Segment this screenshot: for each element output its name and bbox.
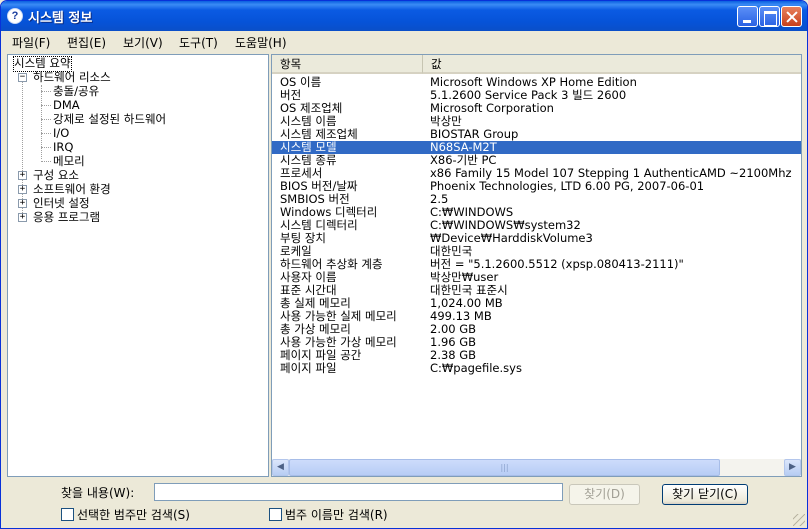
search-selected-category-checkbox[interactable]: 선택한 범주만 검색(S): [61, 506, 190, 523]
table-row[interactable]: 페이지 파일 C:₩pagefile.sys: [272, 362, 801, 375]
maximize-button[interactable]: [759, 6, 780, 27]
table-row[interactable]: OS 제조업체 Microsoft Corporation: [272, 102, 801, 115]
tree-item-system-summary[interactable]: 시스템 요약: [13, 56, 72, 72]
tree-item-io[interactable]: I/O: [53, 127, 69, 141]
checkbox-label: 범주 이름만 검색(R): [285, 508, 388, 522]
search-category-names-checkbox[interactable]: 범주 이름만 검색(R): [269, 506, 388, 523]
tree-item-dma[interactable]: DMA: [53, 99, 80, 113]
category-tree[interactable]: 시스템 요약 − 하드웨어 리소스 충돌/공유 DMA 강제로 설정된 하드웨어…: [7, 54, 269, 477]
table-row[interactable]: 부팅 장치 ₩Device₩HarddiskVolume3: [272, 232, 801, 245]
checkbox-label: 선택한 범주만 검색(S): [77, 508, 190, 522]
column-header-value[interactable]: 값: [423, 55, 801, 74]
scroll-left-icon[interactable]: ◀: [272, 459, 289, 476]
close-find-button[interactable]: 찾기 닫기(C): [662, 484, 748, 505]
tree-item-memory[interactable]: 메모리: [53, 155, 85, 169]
column-header-item[interactable]: 항목: [272, 55, 423, 74]
checkbox-box[interactable]: [269, 508, 282, 521]
resize-grip[interactable]: [793, 514, 805, 526]
details-list[interactable]: 항목 값 OS 이름 Microsoft Windows XP Home Edit…: [271, 54, 802, 477]
expand-icon[interactable]: +: [18, 185, 27, 194]
expand-icon[interactable]: +: [18, 171, 27, 180]
tree-item-applications[interactable]: 응용 프로그램: [33, 211, 100, 225]
scroll-right-icon[interactable]: ▶: [784, 459, 801, 476]
help-icon: ?: [7, 8, 23, 24]
tree-connector: [41, 147, 51, 148]
menu-help[interactable]: 도움말(H): [235, 34, 287, 51]
checkbox-box[interactable]: [61, 508, 74, 521]
menu-tools[interactable]: 도구(T): [179, 34, 218, 51]
row-value-cell: Phoenix Technologies, LTD 6.00 PG, 2007-…: [430, 179, 705, 193]
tree-item-hardware-resources[interactable]: 하드웨어 리소스: [33, 71, 111, 85]
find-button[interactable]: 찾기(D): [569, 484, 640, 505]
collapse-icon[interactable]: −: [18, 73, 27, 82]
menu-file[interactable]: 파일(F): [12, 34, 50, 51]
tree-connector: [41, 133, 51, 134]
close-button[interactable]: [781, 6, 802, 27]
tree-item-internet-settings[interactable]: 인터넷 설정: [33, 197, 90, 211]
tree-connector: [41, 119, 51, 120]
table-row[interactable]: 사용 가능한 실제 메모리 499.13 MB: [272, 310, 801, 323]
tree-connector: [41, 91, 51, 92]
tree-item-irq[interactable]: IRQ: [53, 141, 73, 155]
scroll-thumb[interactable]: |||: [289, 459, 720, 476]
table-row[interactable]: 하드웨어 추상화 계층 버전 = "5.1.2600.5512 (xpsp.080…: [272, 258, 801, 271]
table-row[interactable]: 페이지 파일 공간 2.38 GB: [272, 349, 801, 362]
table-row[interactable]: 사용자 이름 박상만₩user: [272, 271, 801, 284]
menu-view[interactable]: 보기(V): [123, 34, 163, 51]
tree-connector: [41, 105, 51, 106]
table-row[interactable]: 시스템 제조업체 BIOSTAR Group: [272, 128, 801, 141]
tree-item-forced-hardware[interactable]: 강제로 설정된 하드웨어: [53, 113, 166, 127]
row-value-cell: C:₩pagefile.sys: [430, 361, 522, 375]
find-input[interactable]: [154, 483, 563, 501]
minimize-button[interactable]: [737, 6, 758, 27]
row-item-cell: 페이지 파일: [280, 361, 337, 375]
expand-icon[interactable]: +: [18, 213, 27, 222]
title-bar[interactable]: ? 시스템 정보: [1, 1, 807, 31]
tree-item-components[interactable]: 구성 요소: [33, 169, 79, 183]
table-row[interactable]: BIOS 버전/날짜 Phoenix Technologies, LTD 6.00…: [272, 180, 801, 193]
tree-item-software-environment[interactable]: 소프트웨어 환경: [33, 183, 111, 197]
menu-bar: 파일(F) 편집(E) 보기(V) 도구(T) 도움말(H): [1, 31, 807, 52]
tree-connector: [41, 161, 51, 162]
horizontal-scrollbar[interactable]: ◀ ||| ▶: [272, 459, 801, 476]
menu-edit[interactable]: 편집(E): [67, 34, 106, 51]
find-label: 찾을 내용(W):: [61, 486, 135, 500]
window-title: 시스템 정보: [28, 11, 93, 26]
system-info-window: ? 시스템 정보 파일(F) 편집(E) 보기(V) 도구(T) 도움말(H) …: [0, 0, 808, 529]
table-row[interactable]: 시스템 모델 N68SA-M2T: [272, 141, 801, 154]
expand-icon[interactable]: +: [18, 199, 27, 208]
table-row[interactable]: 표준 시간대 대한민국 표준시: [272, 284, 801, 297]
tree-item-conflicts-sharing[interactable]: 충돌/공유: [53, 85, 99, 99]
